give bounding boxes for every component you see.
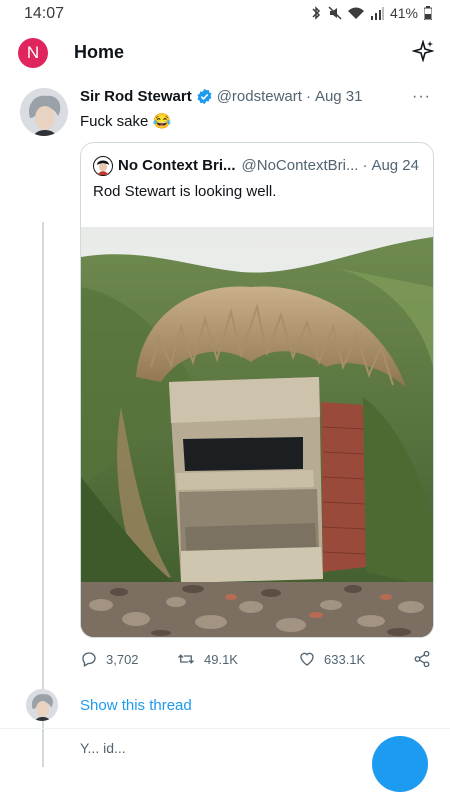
retweet-icon bbox=[178, 654, 194, 664]
quoted-header: No Context Bri... @NoContextBri... · Aug… bbox=[118, 157, 419, 174]
reply-icon bbox=[82, 652, 96, 667]
retweet-count: 49.1K bbox=[204, 651, 238, 667]
quoted-date: Aug 24 bbox=[371, 157, 419, 174]
quoted-text: Rod Stewart is looking well. bbox=[93, 183, 277, 200]
quoted-separator: · bbox=[362, 157, 368, 174]
app-header: N Home bbox=[0, 30, 450, 78]
signal-icon bbox=[370, 6, 384, 20]
quoted-tweet[interactable]: No Context Bri... @NoContextBri... · Aug… bbox=[80, 142, 434, 638]
tweet-date[interactable]: Aug 31 bbox=[315, 88, 363, 105]
tweet-text: Fuck sake 😂 bbox=[80, 113, 172, 130]
battery-icon bbox=[424, 6, 432, 20]
next-tweet-preview: Y... id... bbox=[80, 740, 126, 756]
battery-percent: 41% bbox=[389, 5, 418, 21]
show-thread-link[interactable]: Show this thread bbox=[80, 697, 192, 714]
separator-dot: · bbox=[305, 88, 311, 105]
author-avatar[interactable] bbox=[20, 88, 68, 136]
tweet-header: Sir Rod Stewart @rodstewart · Aug 31 bbox=[80, 88, 363, 105]
retweet-button[interactable]: 49.1K bbox=[176, 650, 238, 668]
share-button[interactable] bbox=[413, 650, 431, 668]
status-time: 14:07 bbox=[24, 5, 65, 22]
compose-button[interactable] bbox=[372, 736, 428, 792]
divider bbox=[0, 728, 450, 729]
quoted-name: No Context Bri... bbox=[118, 157, 236, 174]
tweet-actions: 3,702 49.1K 633.1K bbox=[80, 650, 440, 674]
reply-button[interactable]: 3,702 bbox=[80, 650, 139, 668]
profile-avatar[interactable]: N bbox=[18, 38, 48, 68]
sparkle-icon[interactable] bbox=[412, 40, 434, 62]
quoted-photo[interactable] bbox=[81, 227, 433, 637]
author-name[interactable]: Sir Rod Stewart bbox=[80, 88, 192, 105]
wifi-icon bbox=[347, 7, 364, 19]
status-bar: 14:07 41% bbox=[0, 0, 450, 30]
heart-icon bbox=[300, 652, 314, 666]
like-button[interactable]: 633.1K bbox=[298, 650, 365, 668]
mute-icon bbox=[328, 6, 342, 20]
quoted-handle: @NoContextBri... bbox=[241, 157, 359, 174]
page-title: Home bbox=[74, 42, 125, 62]
verified-badge-icon bbox=[197, 88, 212, 105]
bluetooth-icon bbox=[312, 6, 321, 20]
thread-avatar bbox=[26, 689, 58, 721]
reply-count: 3,702 bbox=[106, 651, 139, 667]
status-icons: 41% bbox=[310, 5, 432, 21]
author-handle[interactable]: @rodstewart bbox=[217, 88, 302, 105]
like-count: 633.1K bbox=[324, 651, 366, 667]
share-icon bbox=[414, 650, 430, 668]
quoted-avatar bbox=[93, 156, 113, 176]
more-options-button[interactable]: ··· bbox=[412, 88, 431, 106]
thread-line bbox=[42, 222, 44, 767]
